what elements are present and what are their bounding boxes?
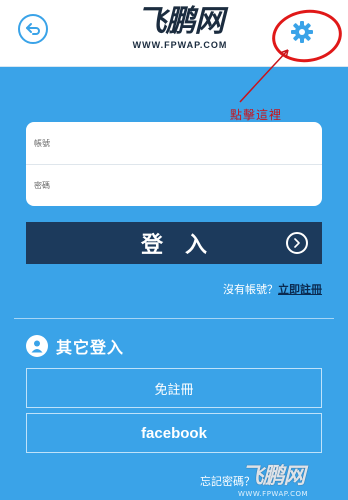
logo-main-text: 飞鹏网	[136, 4, 225, 39]
other-login-title: 其它登入	[56, 338, 125, 357]
register-prompt-row: 沒有帳號？立即註冊	[223, 281, 322, 297]
register-link[interactable]: 立即註冊	[278, 283, 322, 296]
facebook-login-button[interactable]: facebook	[26, 413, 322, 453]
forgot-password-link[interactable]: 忘記密碼？	[200, 473, 255, 489]
account-field	[26, 122, 322, 164]
back-button[interactable]	[18, 14, 48, 44]
user-icon	[26, 335, 48, 357]
password-input[interactable]	[32, 180, 322, 191]
watermark-url-text: WWW.FPWAP.COM	[238, 490, 309, 498]
register-prompt: 沒有帳號？	[223, 283, 278, 296]
password-field	[26, 164, 322, 206]
no-register-button[interactable]: 免註冊	[26, 368, 322, 408]
chevron-right-circle-icon	[286, 232, 308, 254]
login-button-label: 登入	[140, 233, 229, 258]
annotation-text: 點擊這裡	[230, 108, 283, 122]
login-form	[26, 122, 322, 206]
login-button[interactable]: 登入	[26, 222, 322, 264]
logo-url-text: WWW.FPWAP.COM	[132, 40, 228, 50]
back-arrow-icon	[26, 23, 40, 35]
annotation-arrow-icon	[239, 49, 289, 103]
section-divider	[14, 318, 334, 319]
account-input[interactable]	[32, 137, 322, 149]
other-login-heading: 其它登入	[26, 334, 124, 358]
app-logo: 飞鹏网 WWW.FPWAP.COM	[120, 4, 240, 51]
